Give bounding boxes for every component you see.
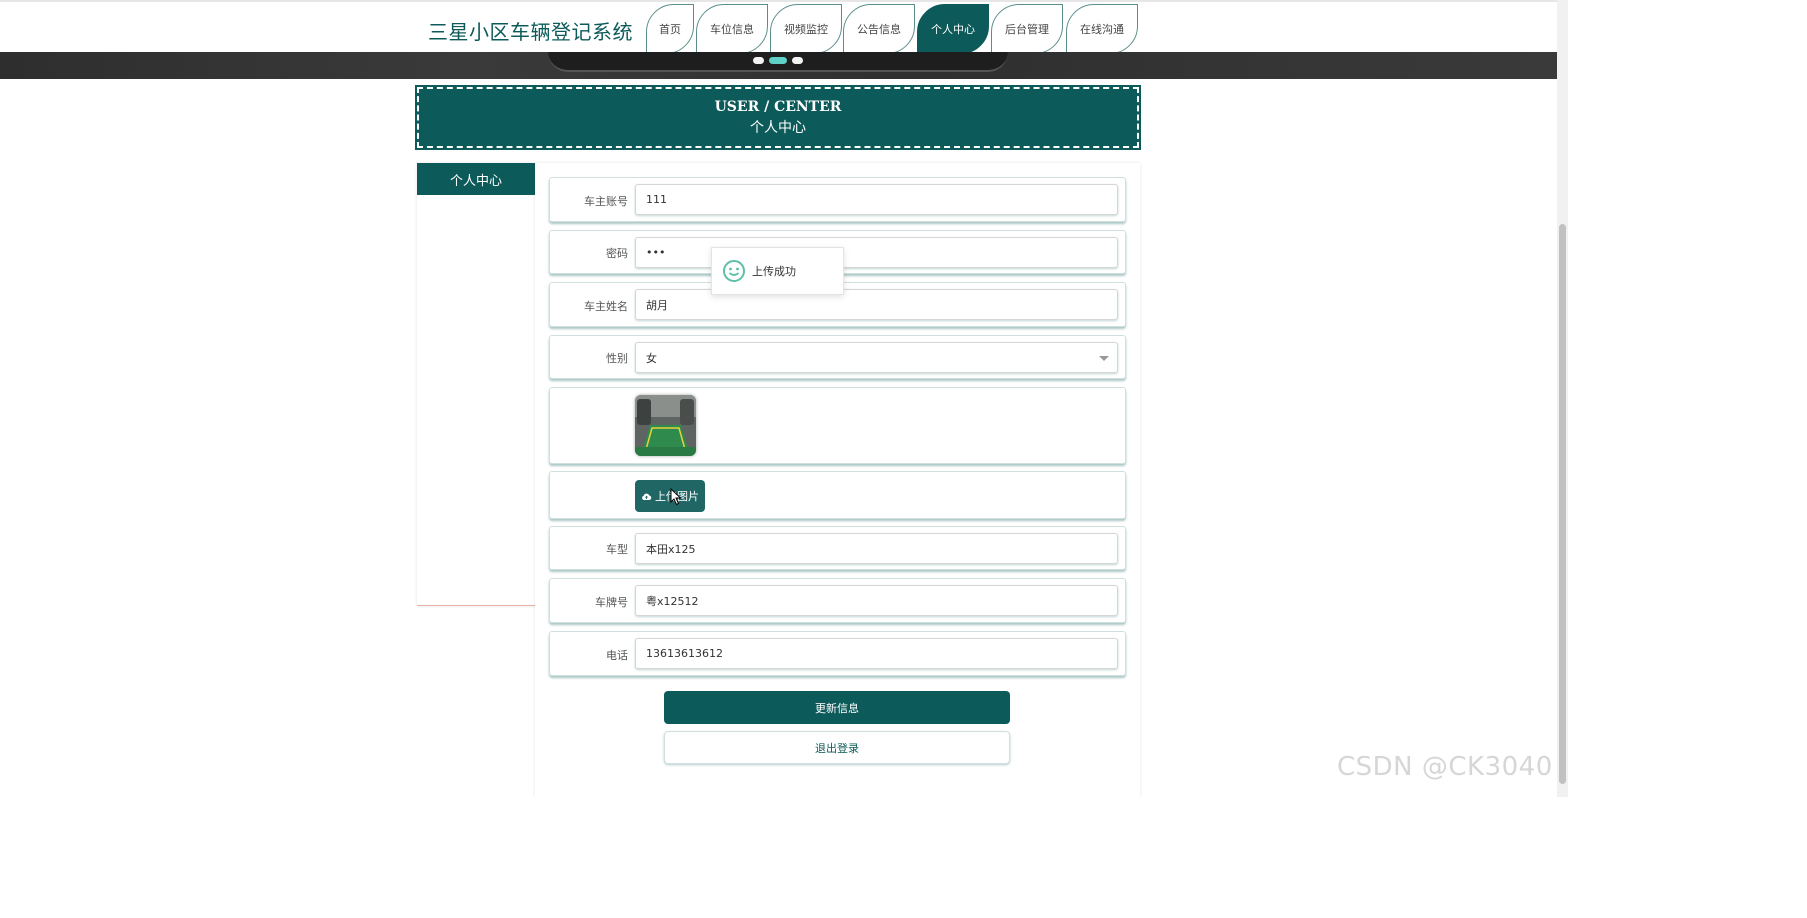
- smile-icon: [723, 260, 745, 282]
- account-input[interactable]: 111: [635, 184, 1118, 215]
- password-input[interactable]: •••: [635, 237, 1118, 268]
- toast-message: 上传成功: [752, 265, 796, 278]
- gender-label: 性别: [606, 352, 628, 365]
- top-navbar: 三星小区车辆登记系统 首页 车位信息 视频监控 公告信息 个人中心 后台管理 在…: [0, 0, 1557, 54]
- parking-space-image: [635, 395, 696, 456]
- nav-item-home[interactable]: 首页: [646, 4, 694, 54]
- carousel-dot-2[interactable]: [769, 57, 787, 64]
- nav-item-parking-info[interactable]: 车位信息: [696, 4, 768, 54]
- phone-input[interactable]: 13613613612: [635, 638, 1118, 669]
- scrollbar-thumb[interactable]: [1559, 224, 1566, 784]
- cloud-upload-icon: [642, 493, 652, 500]
- password-label: 密码: [606, 247, 628, 260]
- form-row-upload: 上传图片: [549, 471, 1126, 519]
- form-row-account: 车主账号 111: [549, 177, 1126, 222]
- side-menu: 个人中心: [417, 163, 535, 606]
- csdn-watermark: CSDN @CK3040: [1337, 752, 1553, 782]
- nav-item-admin[interactable]: 后台管理: [991, 4, 1063, 54]
- owner-name-input[interactable]: 胡月: [635, 289, 1118, 320]
- gender-select-value: 女: [646, 351, 657, 365]
- site-title: 三星小区车辆登记系统: [428, 20, 633, 44]
- form-row-gender: 性别 女: [549, 335, 1126, 379]
- side-menu-item-user-center[interactable]: 个人中心: [417, 163, 535, 195]
- phone-label: 电话: [606, 649, 628, 662]
- car-photo-thumbnail: [635, 395, 696, 456]
- mouse-pointer-icon: [670, 488, 682, 506]
- form-row-phone: 电话 13613613612: [549, 631, 1126, 676]
- plate-label: 车牌号: [595, 596, 628, 609]
- nav-item-video-monitor[interactable]: 视频监控: [770, 4, 842, 54]
- form-row-car-model: 车型 本田x125: [549, 526, 1126, 570]
- form-row-plate: 车牌号 粤x12512: [549, 578, 1126, 623]
- owner-name-label: 车主姓名: [584, 300, 628, 313]
- logout-button[interactable]: 退出登录: [664, 731, 1010, 764]
- update-info-button[interactable]: 更新信息: [664, 691, 1010, 724]
- carousel-dot-1[interactable]: [753, 57, 764, 64]
- form-row-photo: [549, 387, 1126, 464]
- section-title-zh: 个人中心: [750, 120, 806, 136]
- carousel-dot-3[interactable]: [792, 57, 803, 64]
- nav-item-announcements[interactable]: 公告信息: [843, 4, 915, 54]
- upload-success-toast: 上传成功: [711, 247, 844, 295]
- section-title-en: USER / CENTER: [714, 99, 842, 115]
- account-label: 车主账号: [584, 195, 628, 208]
- chevron-down-icon: [1099, 356, 1109, 361]
- car-model-input[interactable]: 本田x125: [635, 533, 1118, 564]
- gender-select[interactable]: 女: [635, 342, 1118, 373]
- page: 三星小区车辆登记系统 首页 车位信息 视频监控 公告信息 个人中心 后台管理 在…: [0, 0, 1568, 797]
- nav-item-user-center[interactable]: 个人中心: [917, 4, 989, 54]
- section-header: USER / CENTER 个人中心: [415, 85, 1141, 150]
- nav-item-online-chat[interactable]: 在线沟通: [1066, 4, 1138, 54]
- page-scrollbar[interactable]: [1557, 0, 1568, 797]
- car-model-label: 车型: [606, 543, 628, 556]
- plate-input[interactable]: 粤x12512: [635, 585, 1118, 616]
